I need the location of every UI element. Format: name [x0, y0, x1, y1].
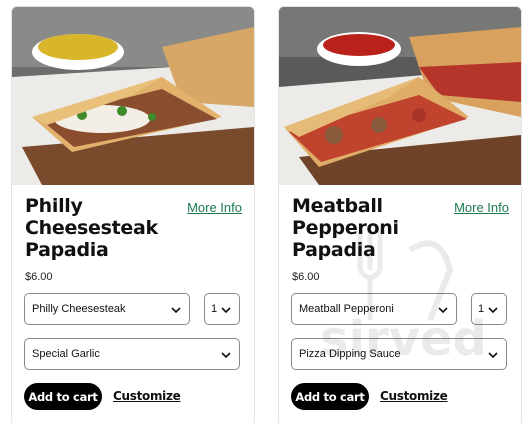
item-select[interactable]: Philly Cheesesteak — [24, 293, 190, 325]
chevron-down-icon — [221, 307, 231, 314]
product-title: Philly Cheesesteak Papadia — [25, 195, 175, 261]
product-image[interactable] — [12, 7, 254, 185]
add-to-cart-button[interactable]: Add to cart — [291, 383, 369, 410]
quantity-select[interactable]: 1 — [471, 293, 507, 325]
chevron-down-icon — [488, 307, 498, 314]
item-select[interactable]: Meatball Pepperoni — [291, 293, 457, 325]
product-price: $6.00 — [25, 271, 53, 283]
quantity-select-value: 1 — [211, 303, 218, 315]
product-title-line: Pepperoni — [292, 217, 399, 239]
chevron-down-icon — [171, 307, 181, 314]
chevron-down-icon — [438, 307, 448, 314]
product-title-line: Cheesesteak — [25, 217, 158, 239]
sauce-select[interactable]: Special Garlic — [24, 338, 240, 370]
more-info-link[interactable]: More Info — [187, 200, 242, 215]
sauce-select-value: Special Garlic — [32, 348, 100, 360]
more-info-link[interactable]: More Info — [454, 200, 509, 215]
product-title-line: Philly — [25, 195, 83, 217]
product-title-line: Papadia — [292, 239, 376, 261]
customize-link[interactable]: Customize — [380, 389, 448, 403]
product-title-line: Papadia — [25, 239, 109, 261]
sauce-select-value: Pizza Dipping Sauce — [299, 348, 401, 360]
quantity-select[interactable]: 1 — [204, 293, 240, 325]
product-price: $6.00 — [292, 271, 320, 283]
chevron-down-icon — [488, 352, 498, 359]
customize-link[interactable]: Customize — [113, 389, 181, 403]
chevron-down-icon — [221, 352, 231, 359]
sauce-select[interactable]: Pizza Dipping Sauce — [291, 338, 507, 370]
product-card-philly: Philly Cheesesteak Papadia More Info $6.… — [11, 6, 255, 423]
add-to-cart-button[interactable]: Add to cart — [24, 383, 102, 410]
item-select-value: Philly Cheesesteak — [32, 303, 126, 315]
quantity-select-value: 1 — [478, 303, 485, 315]
product-title: Meatball Pepperoni Papadia — [292, 195, 442, 261]
item-select-value: Meatball Pepperoni — [299, 303, 394, 315]
product-image[interactable] — [279, 7, 521, 185]
product-title-line: Meatball — [292, 195, 383, 217]
product-card-meatball: Meatball Pepperoni Papadia More Info $6.… — [278, 6, 522, 423]
